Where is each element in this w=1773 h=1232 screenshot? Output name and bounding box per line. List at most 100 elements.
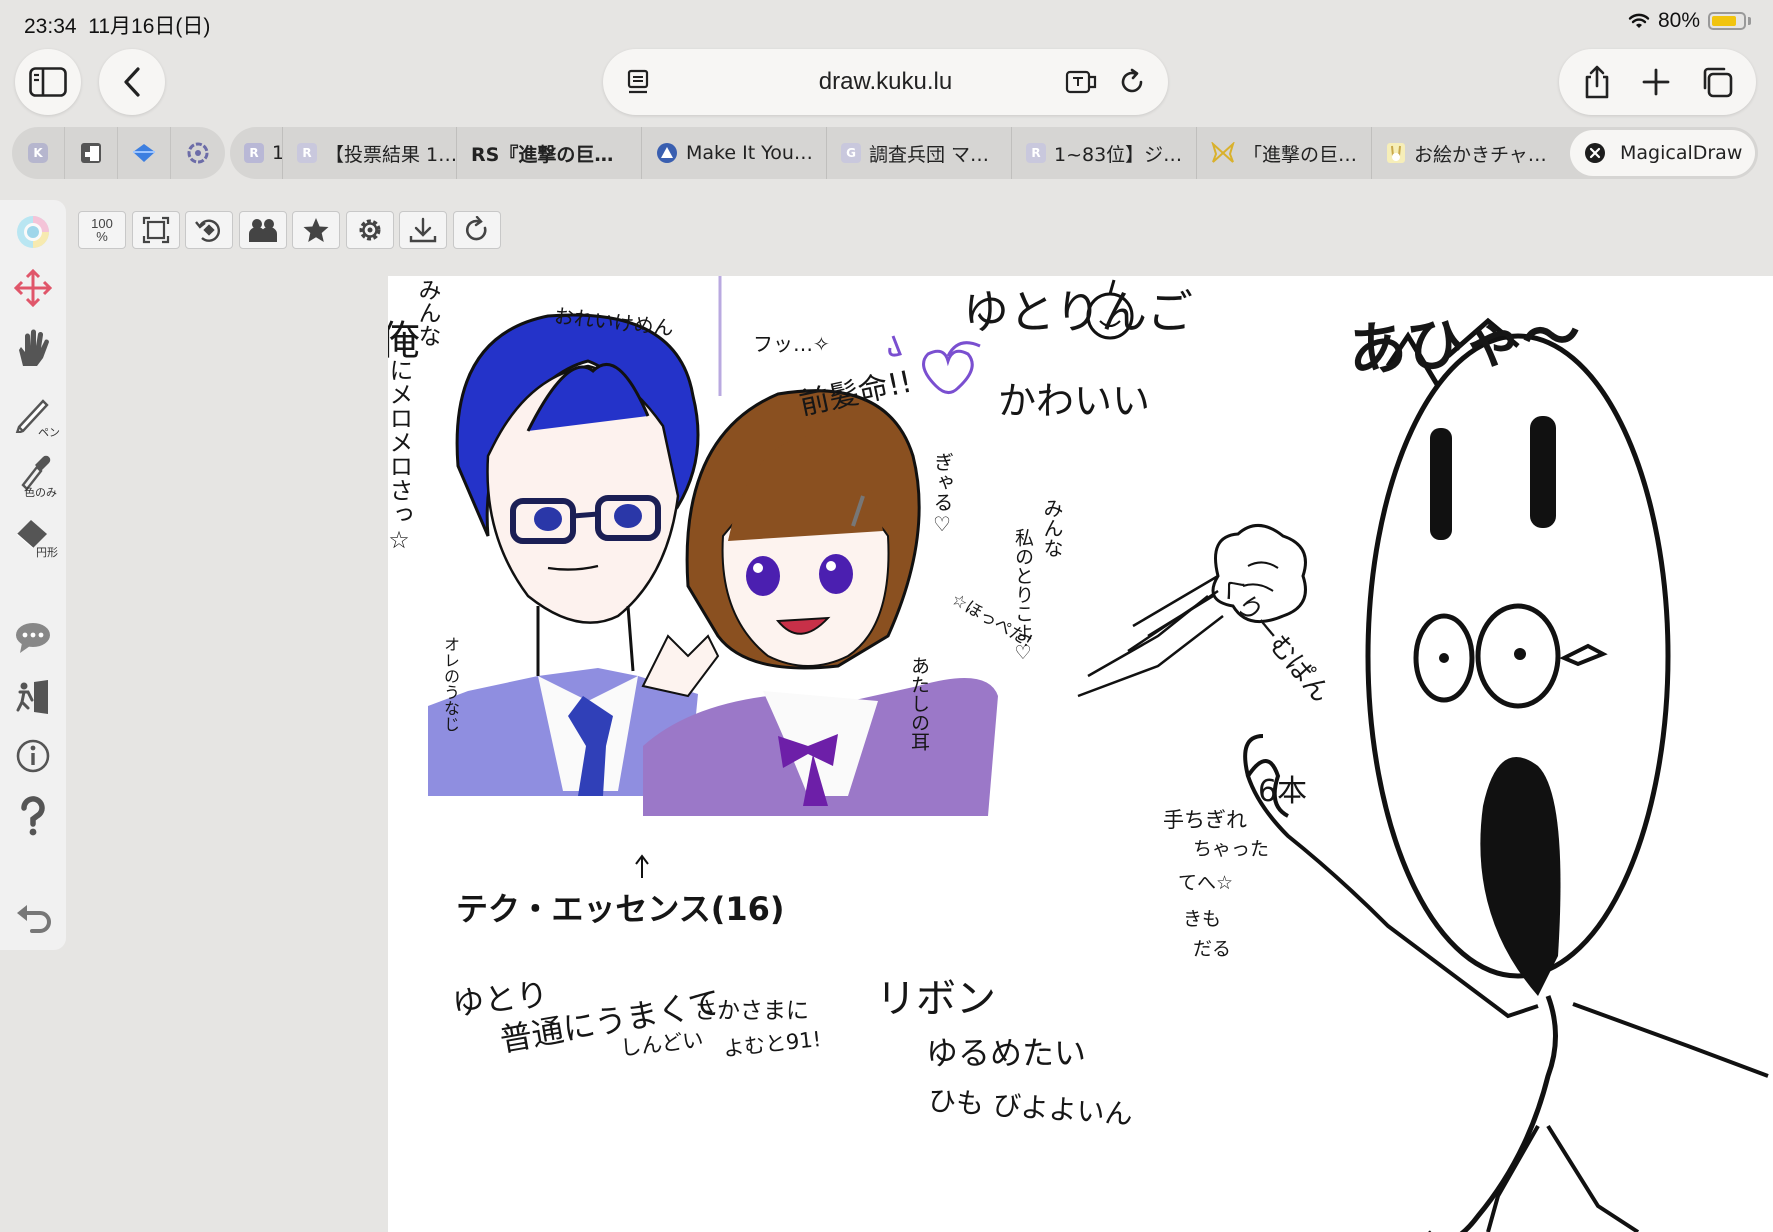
flower-icon [187,142,208,164]
hand-icon [19,329,49,366]
color-picker-button[interactable] [0,212,66,252]
drawing-title: テク・エッセンス(16) [456,890,785,928]
tab-5[interactable]: G 調査兵団 マ… [826,127,1011,179]
download-icon [409,217,437,243]
tab-label: お絵かきチャ… [1414,143,1547,166]
info-icon [16,739,50,773]
hand-tool[interactable] [0,326,66,370]
refresh-icon [465,216,487,241]
zoom-button[interactable]: 100 % [78,211,126,249]
up-arrow [635,854,649,878]
favorite-button[interactable] [292,211,340,249]
chevron-left-icon [124,67,140,97]
tab-7[interactable]: 「進撃の巨… [1196,127,1371,179]
caption-ahiya: あひゃ〜 [1346,300,1583,385]
boy-illustration [428,313,700,796]
info-button[interactable] [0,736,66,776]
close-tab-icon[interactable] [1584,142,1606,164]
tab-4[interactable]: Make It You… [641,127,826,179]
tab-label: MagicalDraw [1620,142,1743,164]
tab-favicon: G [841,143,861,163]
pinned-tab-lock[interactable] [65,127,118,179]
tab-2[interactable]: R 【投票結果 1… [282,127,456,179]
pinned-tabs: K [12,127,225,179]
caption-kimo-2: だる [1193,938,1232,960]
eraser-label: 円形 [36,546,58,559]
tab-favicon: R [297,143,317,163]
eraser-tool[interactable]: 円形 [0,506,66,559]
tab-label: 1· [272,142,282,164]
refresh-button[interactable] [453,211,501,249]
fit-screen-button[interactable] [132,211,180,249]
diamond-icon [133,144,155,162]
gear-icon [359,219,381,241]
drawing-canvas[interactable]: みんな 俺 にメロメロさっ☆ おれいけめん フッ…✧ 前髪命!! ゆとりんご か… [388,276,1773,1232]
tab-favicon: R [1026,143,1046,163]
exit-door-icon [16,680,48,714]
tab-8[interactable]: お絵かきチャ… [1371,127,1561,179]
tabs-overview-icon[interactable] [1700,65,1734,99]
caption-mimi: あたしの耳 [908,656,930,751]
speech-bubble-icon [16,623,50,653]
pinned-tab-flower[interactable] [171,127,224,179]
zoom-unit: % [96,229,108,244]
translate-icon[interactable] [1065,67,1097,97]
tab-label: RS『進撃の巨… [471,143,614,166]
sidebar-button[interactable] [15,49,81,115]
color-wheel-icon [17,216,49,248]
zoom-value: 100 % [91,217,113,243]
reload-icon[interactable] [1117,67,1147,97]
undo-button[interactable] [0,898,66,938]
tab-6[interactable]: R 1~83位】ジ… [1011,127,1196,179]
settings-button[interactable] [346,211,394,249]
wings-icon [1211,142,1235,163]
pinned-tab-k[interactable]: K [12,127,65,179]
battery-fill [1712,16,1736,26]
pinned-tab-diamond[interactable] [118,127,171,179]
browser-actions [1559,49,1756,115]
caption-kawaii: かわいい [998,379,1151,423]
caption-sakasama: さかさまに [694,998,809,1024]
back-button[interactable] [99,49,165,115]
rotate-button[interactable] [185,211,233,249]
move-arrows-icon [14,269,52,307]
caption-minna-2: みんな [1040,498,1064,558]
move-tool[interactable] [0,267,66,309]
caption-ribbon: リボン [876,976,996,1022]
rotate-icon [195,219,221,242]
creature-doodle [1243,317,1769,1232]
tab-magicaldraw[interactable]: MagicalDraw [1570,130,1755,176]
caption-yurumetai: ゆるめたい [926,1034,1087,1072]
lock-doc-icon [81,143,101,163]
tab-label: 【投票結果 1… [325,143,456,166]
users-button[interactable] [239,211,287,249]
tool-palette: ペン 色のみ 円形 [0,200,66,950]
eyedropper-tool[interactable]: 色のみ [0,448,66,499]
wifi-icon [1628,13,1650,28]
exit-button[interactable] [0,676,66,718]
caption-futsu: フッ…✧ [753,332,830,356]
arch-icon [657,143,677,163]
tab-label: Make It You… [686,142,813,164]
new-tab-icon[interactable] [1641,67,1671,97]
battery-percent: 80% [1657,9,1700,32]
time: 23:34 [24,15,77,38]
tab-bar: R 1· R 【投票結果 1… RS『進撃の巨… Make It You… G … [230,127,1758,179]
caption-chigire-3: てへ☆ [1178,872,1234,894]
chat-button[interactable] [0,618,66,658]
address-bar[interactable]: draw.kuku.lu [603,49,1168,115]
caption-rokuhon: 6本 [1258,774,1308,809]
share-icon[interactable] [1582,64,1612,100]
sidebar-icon [29,67,67,97]
tab-label: 「進撃の巨… [1243,143,1358,166]
tab-label: 調査兵団 マ… [869,143,990,166]
tab-3[interactable]: RS『進撃の巨… [456,127,641,179]
tab-favicon: R [244,143,264,163]
help-button[interactable] [0,794,66,838]
caption-yutoringo: ゆとりんご [963,285,1193,339]
download-button[interactable] [399,211,447,249]
pen-label: ペン [38,426,60,439]
eyedropper-label: 色のみ [24,486,57,499]
pen-tool[interactable]: ペン [0,388,66,439]
tab-1[interactable]: R 1· [230,127,282,179]
